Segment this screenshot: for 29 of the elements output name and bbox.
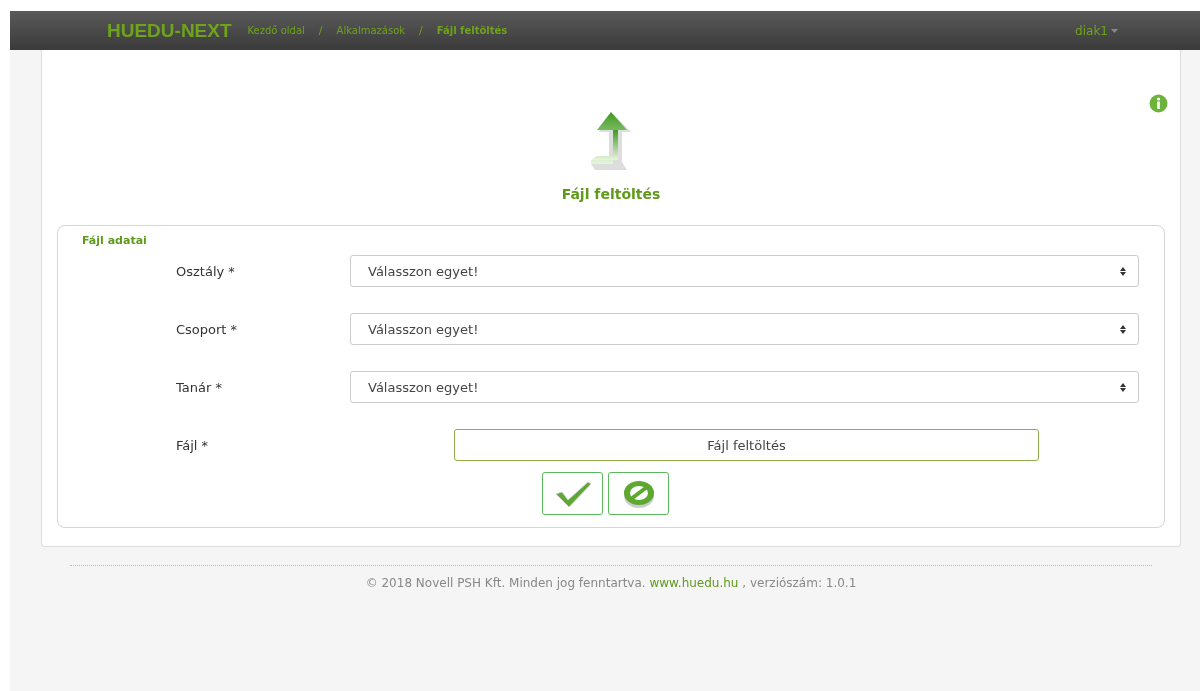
info-icon[interactable]	[1149, 94, 1168, 113]
breadcrumb-link[interactable]: Kezdő oldal	[247, 25, 305, 36]
field-label: Tanár *	[175, 379, 223, 395]
field-label: Csoport *	[175, 321, 239, 337]
confirm-button[interactable]	[542, 472, 603, 515]
copyright-text: © 2018 Novell PSH Kft. Minden jog fenntartva.	[365, 576, 647, 590]
field-label: Fájl *	[175, 437, 210, 453]
breadcrumb-link[interactable]: Alkalmazások	[336, 25, 406, 36]
sort-arrows-icon	[1120, 266, 1126, 276]
select-field[interactable]: Válasszon egyet!	[350, 313, 1139, 345]
breadcrumb-separator: /	[419, 24, 423, 37]
file-upload-button[interactable]: Fájl feltöltés	[454, 429, 1039, 461]
sort-arrows-icon	[1120, 324, 1126, 334]
brand-logo[interactable]: HUEDU-NEXT	[107, 19, 232, 42]
select-field[interactable]: Válasszon egyet!	[350, 371, 1139, 403]
version-text: , verziószám: 1.0.1	[741, 576, 857, 590]
website-link[interactable]: www.huedu.hu	[649, 576, 739, 590]
breadcrumb-separator: /	[318, 24, 323, 37]
user-menu[interactable]: diak1	[1075, 23, 1118, 38]
prohibited-icon	[622, 478, 655, 509]
page-title: Fájl feltöltés	[561, 186, 661, 202]
cancel-button[interactable]	[608, 472, 669, 515]
select-field[interactable]: Válasszon egyet!	[350, 255, 1139, 287]
field-label: Osztály *	[175, 263, 236, 279]
checkmark-icon	[553, 479, 592, 508]
breadcrumb-link[interactable]: Fájl feltöltés	[436, 25, 508, 36]
sort-arrows-icon	[1120, 382, 1126, 392]
caret-icon	[1111, 28, 1118, 33]
section-legend: Fájl adatai	[82, 234, 1139, 247]
